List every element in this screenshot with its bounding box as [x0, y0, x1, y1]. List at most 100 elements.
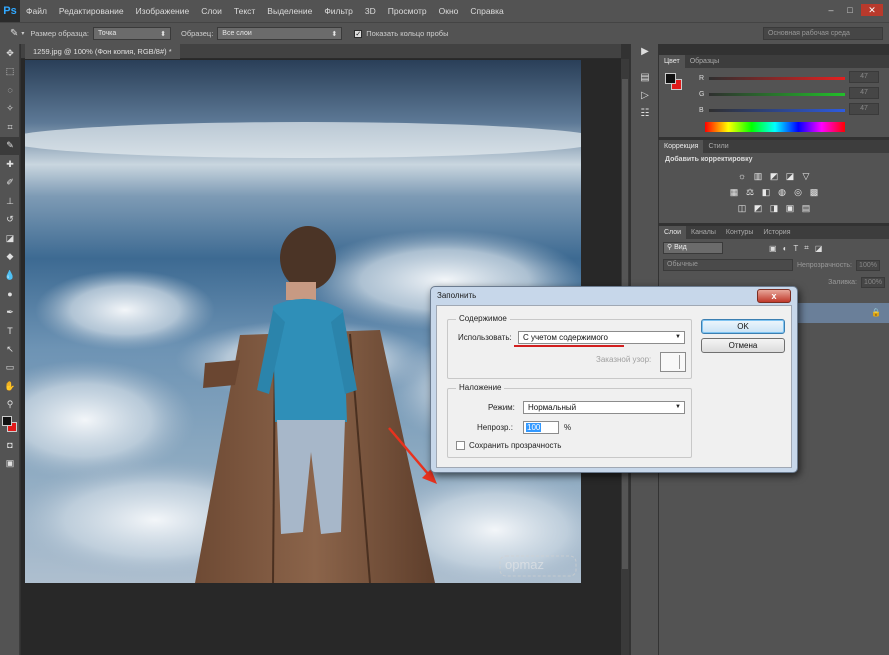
- opacity-field[interactable]: 100%: [856, 259, 880, 271]
- eraser-tool-icon[interactable]: ◪: [0, 229, 20, 248]
- hue-saturation-icon[interactable]: ▦: [729, 187, 740, 198]
- lasso-tool-icon[interactable]: ◌: [0, 81, 20, 100]
- mode-select[interactable]: Нормальный ▼: [523, 401, 685, 414]
- brightness-icon[interactable]: ☼: [737, 171, 748, 182]
- green-value[interactable]: 47: [849, 87, 879, 99]
- kind-filter-select[interactable]: ⚲ Вид: [663, 242, 723, 254]
- path-select-tool-icon[interactable]: ↖: [0, 340, 20, 359]
- foreground-color-chip[interactable]: [665, 73, 676, 84]
- red-slider-row[interactable]: R 47: [699, 71, 879, 84]
- menu-layers[interactable]: Слои: [195, 6, 228, 16]
- sample-size-select[interactable]: Точка ⬍: [92, 27, 171, 40]
- channel-mixer-icon[interactable]: ◎: [793, 187, 804, 198]
- blue-slider-row[interactable]: B 47: [699, 103, 879, 116]
- tab-adjustments[interactable]: Коррекция: [659, 140, 704, 153]
- pen-tool-icon[interactable]: ✒: [0, 303, 20, 322]
- use-select[interactable]: С учетом содержимого ▼: [518, 331, 685, 344]
- menu-type[interactable]: Текст: [228, 6, 261, 16]
- history-brush-tool-icon[interactable]: ↺: [0, 211, 20, 230]
- clone-stamp-tool-icon[interactable]: ⊥: [0, 192, 20, 211]
- exposure-icon[interactable]: ◪: [785, 171, 796, 182]
- red-slider[interactable]: [709, 76, 845, 80]
- tab-history[interactable]: История: [758, 226, 795, 239]
- blue-slider[interactable]: [709, 108, 845, 112]
- brush-tool-icon[interactable]: ✐: [0, 174, 20, 193]
- invert-icon[interactable]: ◫: [737, 203, 748, 214]
- blur-tool-icon[interactable]: 💧: [0, 266, 20, 285]
- vibrance-icon[interactable]: ▽: [801, 171, 812, 182]
- tab-channels[interactable]: Каналы: [686, 226, 721, 239]
- custom-pattern-picker[interactable]: [660, 352, 686, 372]
- marquee-tool-icon[interactable]: ⬚: [0, 63, 20, 82]
- minimize-button[interactable]: –: [823, 4, 839, 16]
- photo-filter-icon[interactable]: ◍: [777, 187, 788, 198]
- properties-panel-icon[interactable]: ☷: [631, 104, 659, 122]
- actions-panel-icon[interactable]: ▷: [631, 86, 659, 104]
- hand-tool-icon[interactable]: ✋: [0, 377, 20, 396]
- menu-select[interactable]: Выделение: [261, 6, 318, 16]
- cancel-button[interactable]: Отмена: [701, 338, 785, 353]
- tool-preset-chevron-icon[interactable]: ▾: [21, 30, 24, 37]
- quick-mask-icon[interactable]: ◘: [0, 436, 20, 455]
- adjustment-filter-icon[interactable]: ◐: [783, 244, 788, 253]
- menu-window[interactable]: Окно: [433, 6, 465, 16]
- color-swatches[interactable]: [0, 414, 20, 436]
- maximize-button[interactable]: □: [842, 4, 858, 16]
- preserve-transparency-checkbox[interactable]: [456, 441, 465, 450]
- zoom-tool-icon[interactable]: ⚲: [0, 396, 20, 415]
- opacity-input[interactable]: 100: [523, 421, 559, 434]
- ok-button[interactable]: OK: [701, 319, 785, 334]
- gradient-tool-icon[interactable]: ◆: [0, 248, 20, 267]
- green-slider[interactable]: [709, 92, 845, 96]
- dialog-close-button[interactable]: x: [757, 289, 791, 303]
- sample-select[interactable]: Все слои ⬍: [217, 27, 343, 40]
- menu-filter[interactable]: Фильтр: [318, 6, 359, 16]
- tab-layers[interactable]: Слои: [659, 226, 687, 239]
- tab-swatches[interactable]: Образцы: [685, 55, 724, 68]
- pixel-filter-icon[interactable]: ▣: [769, 244, 777, 253]
- posterize-icon[interactable]: ◩: [753, 203, 764, 214]
- color-balance-icon[interactable]: ⚖: [745, 187, 756, 198]
- tab-color[interactable]: Цвет: [659, 55, 685, 68]
- workspace-select[interactable]: Основная рабочая среда: [763, 27, 883, 40]
- blend-mode-select[interactable]: Обычные: [663, 259, 793, 271]
- crop-tool-icon[interactable]: ⌗: [0, 118, 20, 137]
- selective-color-icon[interactable]: ▣: [785, 203, 796, 214]
- screen-mode-icon[interactable]: ▣: [0, 455, 20, 474]
- red-value[interactable]: 47: [849, 71, 879, 83]
- green-slider-row[interactable]: G 47: [699, 87, 879, 100]
- fill-field[interactable]: 100%: [861, 277, 885, 288]
- menu-help[interactable]: Справка: [464, 6, 509, 16]
- menu-3d[interactable]: 3D: [359, 6, 382, 16]
- tab-styles[interactable]: Стили: [703, 140, 733, 153]
- blue-value[interactable]: 47: [849, 103, 879, 115]
- dodge-tool-icon[interactable]: ●: [0, 285, 20, 304]
- foreground-color-swatch[interactable]: [2, 416, 12, 426]
- smart-filter-icon[interactable]: ◪: [815, 244, 823, 253]
- quick-select-tool-icon[interactable]: ✧: [0, 100, 20, 119]
- gradient-map-icon[interactable]: ▤: [801, 203, 812, 214]
- menu-edit[interactable]: Редактирование: [53, 6, 130, 16]
- history-panel-icon[interactable]: ▤: [631, 68, 659, 86]
- type-tool-icon[interactable]: T: [0, 322, 20, 341]
- menu-file[interactable]: Файл: [20, 6, 53, 16]
- threshold-icon[interactable]: ◨: [769, 203, 780, 214]
- eyedropper-tool-icon[interactable]: ✎: [10, 28, 18, 39]
- color-lookup-icon[interactable]: ▩: [809, 187, 820, 198]
- color-spectrum-ramp[interactable]: [705, 122, 845, 132]
- expand-panels-icon[interactable]: ▶: [631, 44, 659, 58]
- shape-tool-icon[interactable]: ▭: [0, 359, 20, 378]
- close-window-button[interactable]: ✕: [861, 4, 883, 16]
- levels-icon[interactable]: ▥: [753, 171, 764, 182]
- spot-healing-tool-icon[interactable]: ✚: [0, 155, 20, 174]
- move-tool-icon[interactable]: ✥: [0, 44, 20, 63]
- show-ring-checkbox[interactable]: ✓: [354, 29, 363, 38]
- tab-paths[interactable]: Контуры: [721, 226, 758, 239]
- black-white-icon[interactable]: ◧: [761, 187, 772, 198]
- type-filter-icon[interactable]: T: [793, 244, 798, 253]
- document-tab[interactable]: 1259.jpg @ 100% (Фон копия, RGB/8#) *: [25, 44, 180, 59]
- menu-image[interactable]: Изображение: [130, 6, 196, 16]
- menu-view[interactable]: Просмотр: [382, 6, 433, 16]
- shape-filter-icon[interactable]: ⌗: [804, 243, 809, 253]
- curves-icon[interactable]: ◩: [769, 171, 780, 182]
